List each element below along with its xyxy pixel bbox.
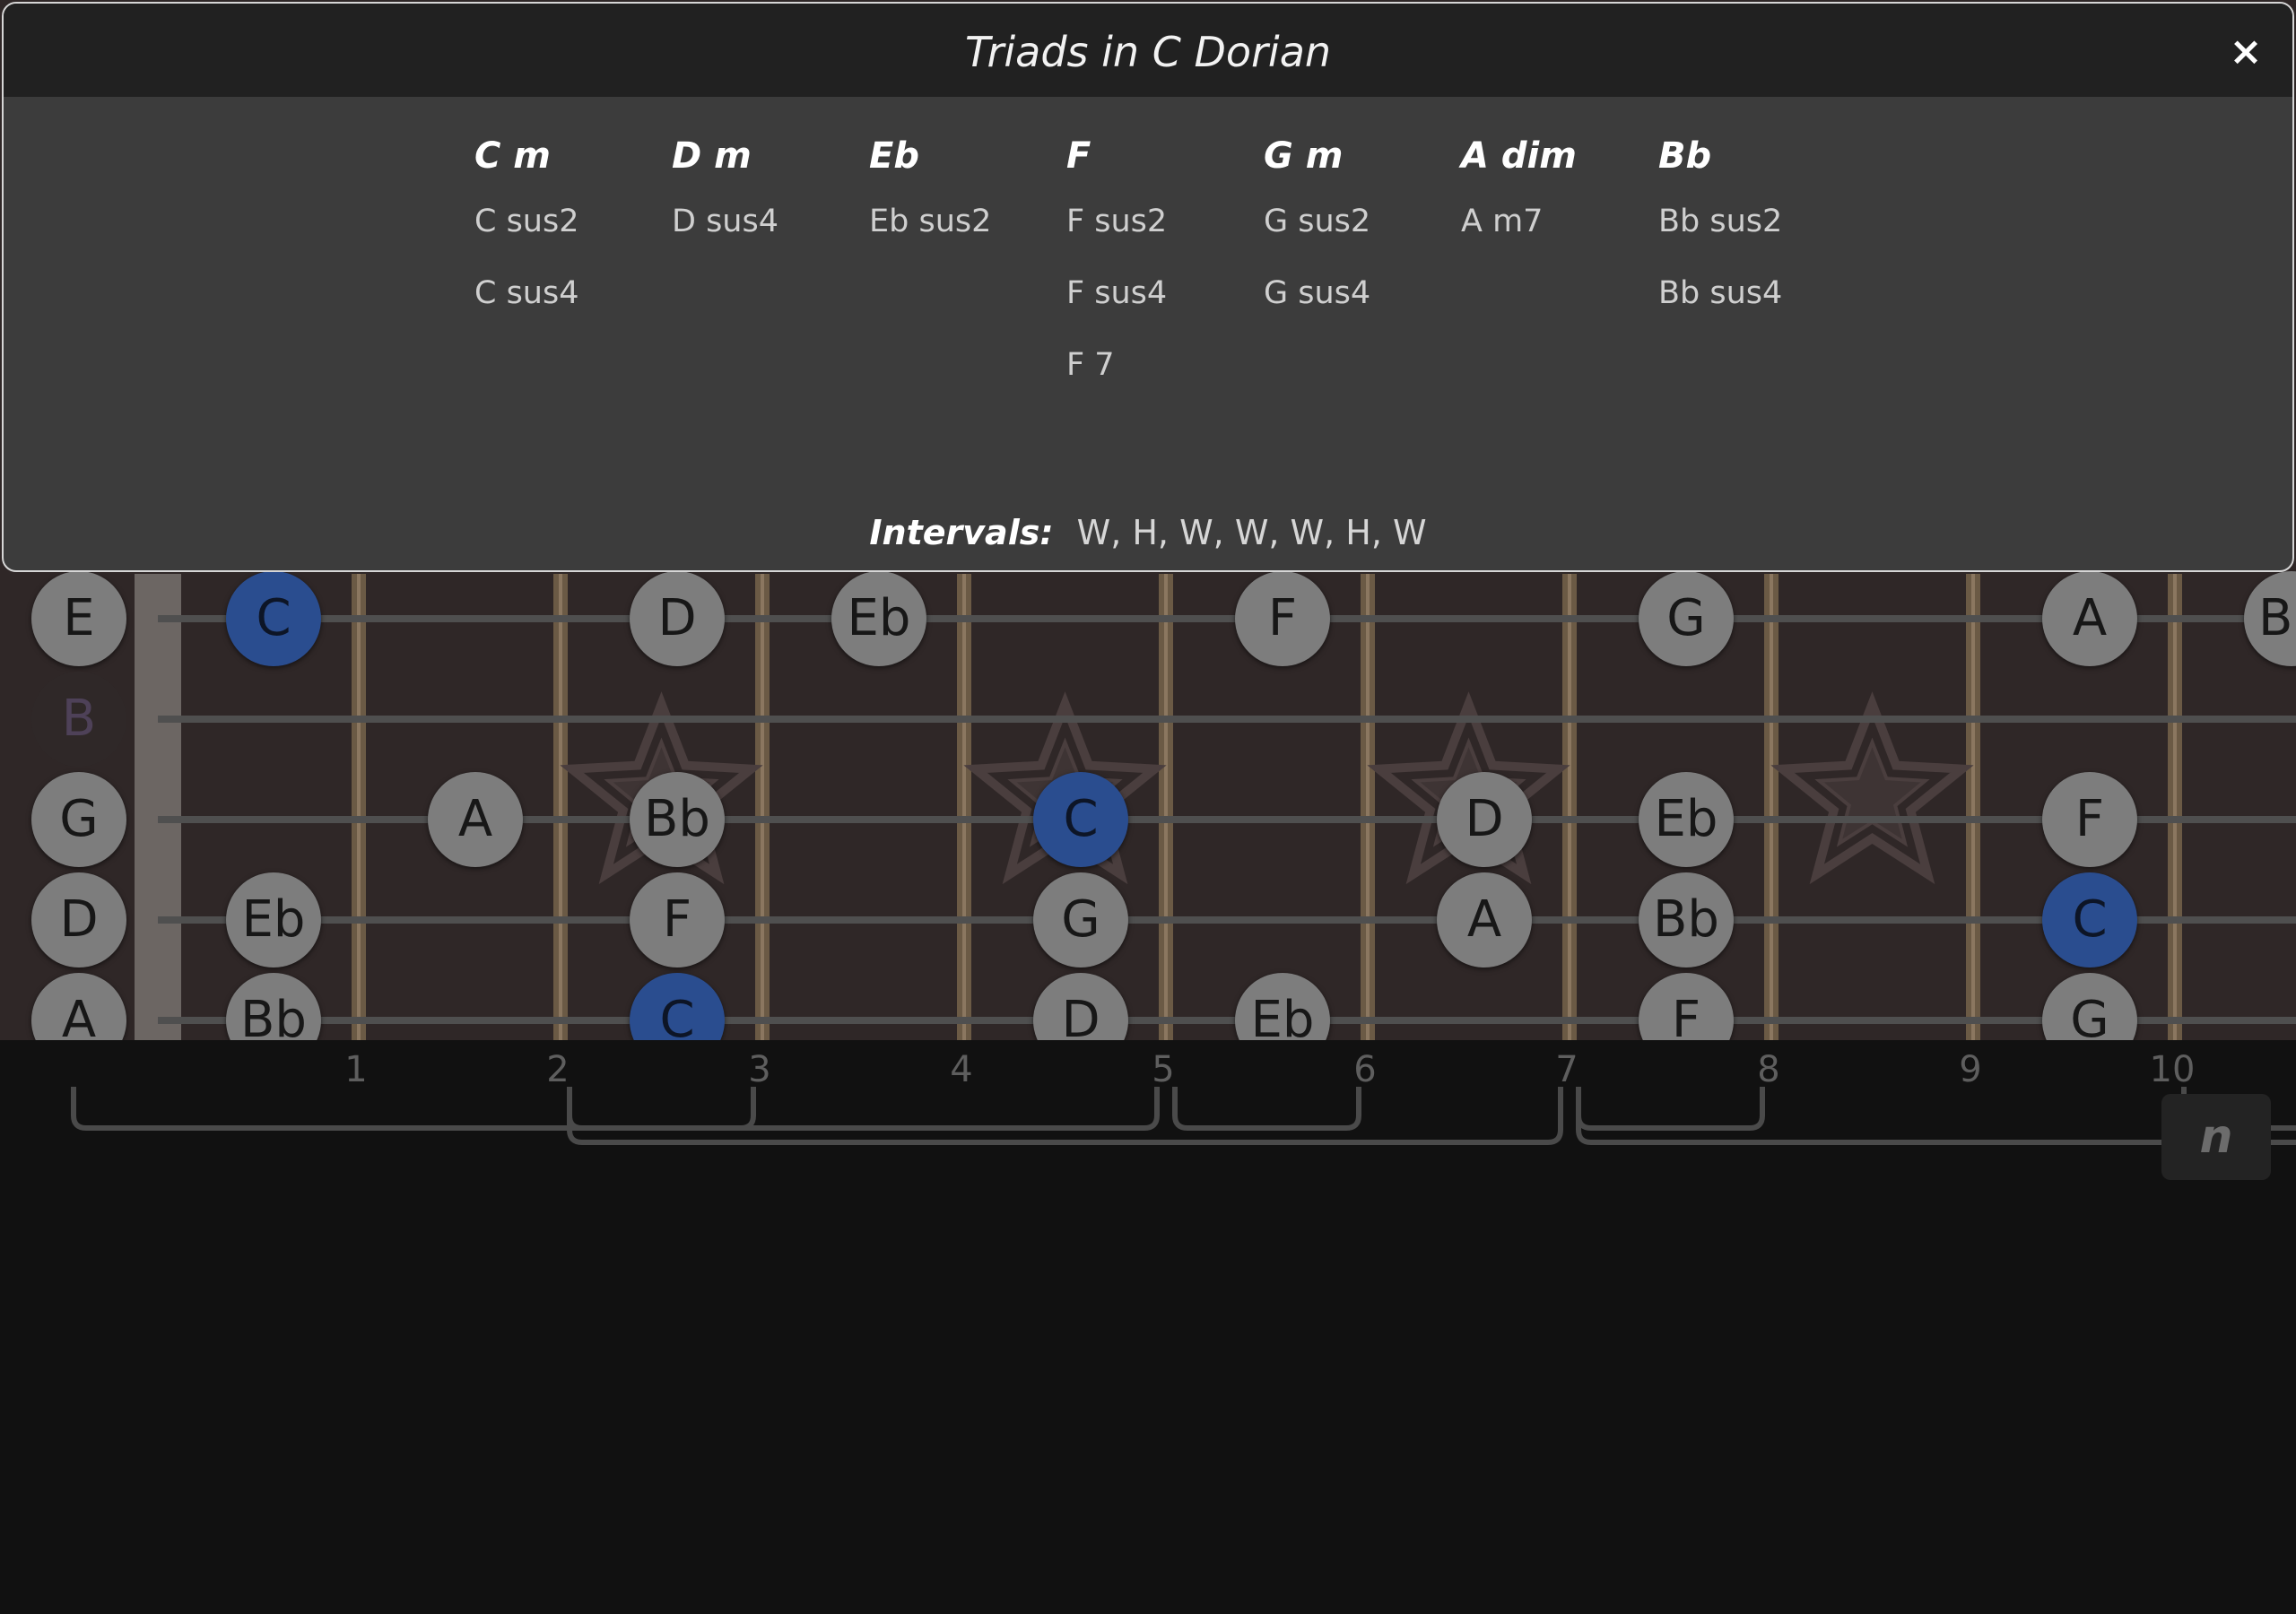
chord-extension[interactable]: F 7	[1066, 344, 1264, 416]
position-bracket[interactable]	[1576, 1087, 1765, 1131]
chord-column: F F sus2 F sus4 F 7	[1066, 129, 1264, 425]
fret-note[interactable]: G	[1639, 571, 1734, 666]
triads-modal: Triads in C Dorian × C mC sus2 C sus4 D mD…	[2, 2, 2294, 572]
intervals-value: W, H, W, W, W, H, W	[1076, 513, 1427, 552]
position-bracket-low[interactable]	[567, 1087, 1563, 1145]
fret-note[interactable]: G	[1033, 872, 1128, 968]
open-string-note[interactable]: G	[31, 772, 126, 867]
fret-note[interactable]: C	[2042, 872, 2137, 968]
chord-extension[interactable]: Bb sus2	[1658, 201, 1856, 273]
fret-note[interactable]: A	[1437, 872, 1532, 968]
intervals: Intervals: W, H, W, W, W, H, W	[4, 513, 2292, 552]
fret-note[interactable]: C	[630, 973, 725, 1040]
chord-extension[interactable]: Eb sus2	[869, 201, 1066, 273]
close-icon[interactable]: ×	[2222, 29, 2269, 75]
modal-header: Triads in C Dorian ×	[4, 4, 2292, 97]
open-string-note[interactable]: A	[31, 973, 126, 1040]
chord-column: G m G sus2 G sus4	[1264, 129, 1461, 425]
fret-note[interactable]: Bb	[630, 772, 725, 867]
open-string-note[interactable]: D	[31, 872, 126, 968]
open-string-note[interactable]: B	[31, 672, 126, 767]
chord-triad[interactable]: D m	[672, 129, 869, 183]
fret-note[interactable]: F	[1639, 973, 1734, 1040]
chord-column: C m C sus2 C sus4	[474, 129, 672, 425]
chord-triad[interactable]: A dim	[1461, 129, 1658, 183]
fret-note[interactable]: Eb	[1235, 973, 1330, 1040]
chord-extension[interactable]: A m7	[1461, 201, 1658, 273]
chord-column: Eb Eb sus2	[869, 129, 1066, 425]
fret-note[interactable]: F	[2042, 772, 2137, 867]
fret-note[interactable]: A	[2042, 571, 2137, 666]
fret-note[interactable]: D	[1437, 772, 1532, 867]
chord-table: C m C sus2 C sus4 D m D sus4 Eb Eb sus2 F F sus2…	[474, 129, 1856, 425]
position-bracket[interactable]	[71, 1087, 756, 1131]
intervals-label: Intervals:	[869, 513, 1054, 552]
chord-extension[interactable]: C sus2	[474, 201, 672, 273]
fret-note[interactable]: Eb	[831, 571, 926, 666]
fret-note[interactable]: Bb	[1639, 872, 1734, 968]
chord-column: D m D sus4	[672, 129, 869, 425]
chord-extension[interactable]: G sus2	[1264, 201, 1461, 273]
fret-note[interactable]: Eb	[1639, 772, 1734, 867]
fret-note[interactable]: C	[226, 571, 321, 666]
fret-note[interactable]: F	[630, 872, 725, 968]
fret-note[interactable]: A	[428, 772, 523, 867]
chord-triad[interactable]: G m	[1264, 129, 1461, 183]
position-bracket[interactable]	[567, 1087, 1160, 1131]
fret-note[interactable]: Bb	[226, 973, 321, 1040]
fret-note[interactable]: D	[1033, 973, 1128, 1040]
chord-extension[interactable]: G sus4	[1264, 273, 1461, 344]
fret-note[interactable]: G	[2042, 973, 2137, 1040]
chord-extension[interactable]: F sus2	[1066, 201, 1264, 273]
chord-column: Bb Bb sus2 Bb sus4	[1658, 129, 1856, 425]
chord-extension[interactable]: D sus4	[672, 201, 869, 273]
chord-triad[interactable]: Bb	[1658, 129, 1856, 183]
fret-note[interactable]: Eb	[226, 872, 321, 968]
modal-title: Triads in C Dorian	[964, 28, 1332, 76]
fret-note[interactable]: C	[1033, 772, 1128, 867]
chord-extension[interactable]: C sus4	[474, 273, 672, 344]
chord-extension[interactable]: F sus4	[1066, 273, 1264, 344]
fret-note[interactable]: F	[1235, 571, 1330, 666]
chord-triad[interactable]: Eb	[869, 129, 1066, 183]
chord-column: A dim A m7	[1461, 129, 1658, 425]
position-bracket[interactable]	[1172, 1087, 1361, 1131]
n-button[interactable]: n	[2161, 1094, 2271, 1180]
chord-triad[interactable]: C m	[474, 129, 672, 183]
position-brackets[interactable]	[0, 1076, 2296, 1166]
fret-note[interactable]: D	[630, 571, 725, 666]
chord-triad[interactable]: F	[1066, 129, 1264, 183]
fret-note[interactable]: Bb	[2244, 571, 2296, 666]
chord-extension[interactable]: Bb sus4	[1658, 273, 1856, 344]
open-string-note[interactable]: E	[31, 571, 126, 666]
